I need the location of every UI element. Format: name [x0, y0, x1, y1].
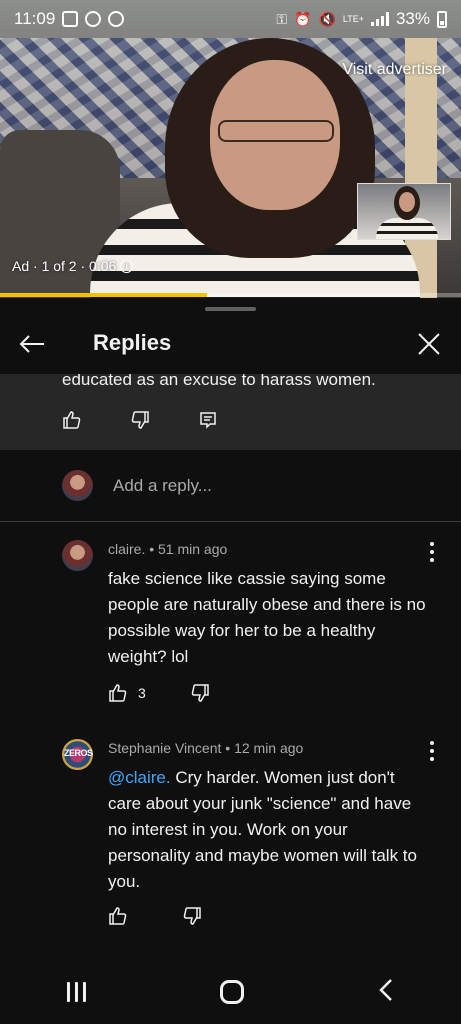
- visit-advertiser-link[interactable]: Visit advertiser: [342, 61, 447, 79]
- reply-text: fake science like cassie saying some peo…: [108, 566, 428, 670]
- system-back-button[interactable]: [378, 978, 394, 1007]
- ad-counter-text: Ad · 1 of 2 · 0:06: [12, 258, 117, 274]
- like-count: 3: [138, 685, 146, 701]
- reply-text: @claire. Cry harder. Women just don't ca…: [108, 765, 428, 895]
- page-title: Replies: [93, 330, 172, 355]
- picture-in-picture-thumbnail: [357, 183, 451, 240]
- back-button[interactable]: [16, 328, 48, 360]
- home-button[interactable]: [220, 980, 244, 1004]
- gallery-icon: [62, 11, 79, 27]
- reply-actions: 3: [108, 683, 210, 703]
- dislike-icon[interactable]: [182, 906, 202, 926]
- do-not-disturb-icon: [108, 11, 125, 27]
- dislike-icon[interactable]: [130, 410, 150, 430]
- info-icon[interactable]: i: [120, 259, 134, 273]
- arrow-left-icon: [19, 335, 44, 353]
- mute-icon: 🔇: [318, 10, 336, 27]
- avatar[interactable]: [62, 540, 93, 571]
- like-icon[interactable]: [108, 906, 128, 926]
- chevron-left-icon: [379, 978, 392, 1001]
- battery-icon: [437, 10, 447, 28]
- alarm-icon: ⏰: [294, 10, 312, 27]
- ad-progress-fill: [0, 293, 208, 297]
- replies-header: Replies: [0, 316, 461, 372]
- recent-apps-button[interactable]: [67, 982, 86, 1002]
- avatar: [62, 470, 93, 501]
- ad-video-player[interactable]: 11:09 ⚿ ⏰ 🔇 LTE+ 33% Visit advertiser Ad…: [0, 0, 461, 298]
- add-reply-row[interactable]: Add a reply...: [0, 450, 461, 522]
- reply-meta: claire. • 51 min ago: [108, 541, 228, 557]
- more-options-button[interactable]: [429, 741, 435, 761]
- status-time: 11:09: [14, 9, 56, 28]
- reply-body-text: fake science like cassie saying some peo…: [108, 569, 426, 666]
- avatar-text: ZEROS: [64, 748, 93, 758]
- like-icon[interactable]: [62, 410, 82, 430]
- like-icon[interactable]: [108, 683, 128, 703]
- ad-info: Ad · 1 of 2 · 0:06 i: [12, 258, 134, 274]
- status-bar: 11:09 ⚿ ⏰ 🔇 LTE+ 33%: [0, 0, 461, 38]
- signal-icon: [370, 12, 389, 26]
- dislike-icon[interactable]: [190, 683, 210, 703]
- parent-comment: educated as an excuse to harass women.: [0, 374, 461, 450]
- lte-indicator: LTE+: [342, 13, 364, 24]
- system-navigation-bar: [0, 960, 461, 1024]
- reply-meta: Stephanie Vincent • 12 min ago: [108, 740, 304, 756]
- close-icon: [418, 333, 440, 355]
- avatar[interactable]: ZEROS: [62, 739, 93, 770]
- reply-item: ZEROS Stephanie Vincent • 12 min ago @cl…: [0, 739, 461, 929]
- reply-comment-icon[interactable]: [198, 410, 218, 430]
- reply-item: claire. • 51 min ago fake science like c…: [0, 540, 461, 710]
- replies-sheet: Replies educated as an excuse to harass …: [0, 298, 461, 948]
- add-reply-input[interactable]: Add a reply...: [113, 476, 212, 496]
- vpn-key-icon: ⚿: [276, 10, 287, 27]
- reply-actions: [108, 906, 202, 926]
- more-options-button[interactable]: [429, 542, 435, 562]
- drag-handle[interactable]: [205, 307, 256, 311]
- battery-percent: 33%: [395, 9, 430, 28]
- parent-comment-text: educated as an excuse to harass women.: [62, 374, 376, 389]
- audio-description-icon: [85, 11, 102, 27]
- mention-link[interactable]: @claire.: [108, 768, 171, 787]
- parent-comment-actions: [62, 410, 218, 430]
- close-button[interactable]: [413, 328, 445, 360]
- ad-progress-bar: [0, 293, 461, 297]
